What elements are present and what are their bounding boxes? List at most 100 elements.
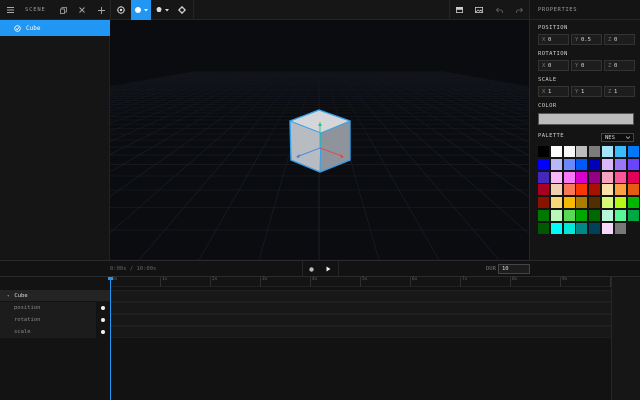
- palette-swatch[interactable]: [576, 222, 588, 234]
- track-row-rotation[interactable]: rotation: [0, 314, 110, 326]
- palette-swatch[interactable]: [627, 184, 639, 196]
- palette-swatch[interactable]: [550, 158, 562, 170]
- position-y-field[interactable]: Y 0.5: [571, 34, 602, 45]
- target-icon[interactable]: [113, 0, 129, 20]
- expand-icon[interactable]: ▾: [7, 293, 9, 298]
- palette-swatch[interactable]: [576, 209, 588, 221]
- palette-swatch[interactable]: [538, 197, 549, 209]
- palette-swatch[interactable]: [601, 209, 613, 221]
- palette-swatch[interactable]: [589, 184, 601, 196]
- palette-swatch[interactable]: [563, 209, 575, 221]
- palette-swatch[interactable]: [538, 146, 549, 157]
- palette-swatch[interactable]: [614, 158, 626, 170]
- palette-swatch[interactable]: [563, 184, 575, 196]
- timeline-lanes[interactable]: [110, 287, 611, 400]
- palette-swatch[interactable]: [550, 209, 562, 221]
- palette-swatch[interactable]: [538, 158, 549, 170]
- lane-rotation[interactable]: [110, 314, 611, 326]
- rotation-x-field[interactable]: X0: [538, 60, 569, 71]
- palette-swatch[interactable]: [589, 171, 601, 183]
- palette-swatch[interactable]: [614, 222, 626, 234]
- palette-swatch[interactable]: [576, 197, 588, 209]
- palette-swatch[interactable]: [589, 146, 601, 157]
- playhead-handle[interactable]: [108, 277, 113, 280]
- palette-swatch[interactable]: [627, 197, 639, 209]
- rotation-y-field[interactable]: Y0: [571, 60, 602, 71]
- track-row-scale[interactable]: scale: [0, 326, 110, 338]
- scale-z-field[interactable]: Z1: [604, 86, 635, 97]
- undo-icon[interactable]: [493, 0, 505, 20]
- palette-swatch[interactable]: [601, 197, 613, 209]
- lane-cube[interactable]: [110, 290, 611, 302]
- keyframe-button[interactable]: [101, 330, 105, 334]
- scale-y-field[interactable]: Y1: [571, 86, 602, 97]
- palette-swatch[interactable]: [601, 184, 613, 196]
- scale-x-field[interactable]: X1: [538, 86, 569, 97]
- sphere-dropdown[interactable]: [131, 0, 151, 20]
- palette-select[interactable]: NES: [601, 133, 634, 142]
- palette-swatch[interactable]: [550, 171, 562, 183]
- palette-swatch[interactable]: [614, 146, 626, 157]
- 3d-viewport[interactable]: [110, 20, 529, 260]
- palette-swatch[interactable]: [563, 171, 575, 183]
- palette-swatch[interactable]: [589, 158, 601, 170]
- keyframe-button[interactable]: [101, 318, 105, 322]
- palette-swatch[interactable]: [614, 197, 626, 209]
- light-icon[interactable]: [153, 0, 171, 20]
- photo-icon[interactable]: [472, 0, 486, 20]
- palette-swatch[interactable]: [563, 222, 575, 234]
- palette-swatch[interactable]: [576, 158, 588, 170]
- palette-swatch[interactable]: [627, 146, 639, 157]
- color-picker[interactable]: [538, 113, 634, 125]
- palette-swatch[interactable]: [627, 209, 639, 221]
- palette-swatch[interactable]: [538, 222, 549, 234]
- track-row-position[interactable]: position: [0, 302, 110, 314]
- palette-swatch[interactable]: [589, 197, 601, 209]
- palette-swatch[interactable]: [576, 146, 588, 157]
- palette-swatch[interactable]: [589, 209, 601, 221]
- copy-icon[interactable]: [57, 0, 69, 20]
- palette-swatch[interactable]: [601, 146, 613, 157]
- palette-swatch[interactable]: [601, 171, 613, 183]
- palette-swatch[interactable]: [563, 146, 575, 157]
- palette-swatch[interactable]: [538, 184, 549, 196]
- palette-swatch[interactable]: [601, 222, 613, 234]
- duration-input[interactable]: 10: [498, 264, 530, 274]
- timeline-ruler[interactable]: 0s 1s 2s 3s 4s 5s 6s 7s 8s 9s: [110, 277, 611, 287]
- palette-swatch[interactable]: [538, 209, 549, 221]
- position-x-field[interactable]: X0: [538, 34, 569, 45]
- lane-scale[interactable]: [110, 326, 611, 338]
- play-button[interactable]: [320, 261, 336, 277]
- close-icon[interactable]: [76, 0, 88, 20]
- hamburger-menu-icon[interactable]: [3, 0, 17, 20]
- palette-swatch[interactable]: [627, 158, 639, 170]
- palette-swatch[interactable]: [589, 222, 601, 234]
- main-toolbar: SCENE: [0, 0, 530, 20]
- layout-icon[interactable]: [451, 0, 467, 20]
- playhead[interactable]: [110, 277, 111, 400]
- palette-swatch[interactable]: [614, 171, 626, 183]
- palette-swatch[interactable]: [601, 158, 613, 170]
- outliner-item-cube[interactable]: Cube: [0, 20, 110, 36]
- lane-position[interactable]: [110, 302, 611, 314]
- palette-swatch[interactable]: [563, 197, 575, 209]
- settings-icon[interactable]: [174, 0, 190, 20]
- palette-swatch[interactable]: [576, 184, 588, 196]
- palette-swatch[interactable]: [614, 209, 626, 221]
- palette-swatch[interactable]: [538, 171, 549, 183]
- keyframe-button[interactable]: [101, 306, 105, 310]
- record-button[interactable]: [304, 261, 318, 277]
- add-icon[interactable]: [95, 0, 107, 20]
- palette-swatch[interactable]: [614, 184, 626, 196]
- position-z-field[interactable]: Z0: [604, 34, 635, 45]
- palette-swatch[interactable]: [550, 184, 562, 196]
- palette-swatch[interactable]: [576, 171, 588, 183]
- palette-swatch[interactable]: [550, 197, 562, 209]
- palette-swatch[interactable]: [563, 158, 575, 170]
- rotation-z-field[interactable]: Z0: [604, 60, 635, 71]
- redo-icon[interactable]: [513, 0, 525, 20]
- track-cube[interactable]: ▾ Cube: [0, 290, 110, 301]
- palette-swatch[interactable]: [550, 222, 562, 234]
- palette-swatch[interactable]: [550, 146, 562, 157]
- palette-swatch[interactable]: [627, 171, 639, 183]
